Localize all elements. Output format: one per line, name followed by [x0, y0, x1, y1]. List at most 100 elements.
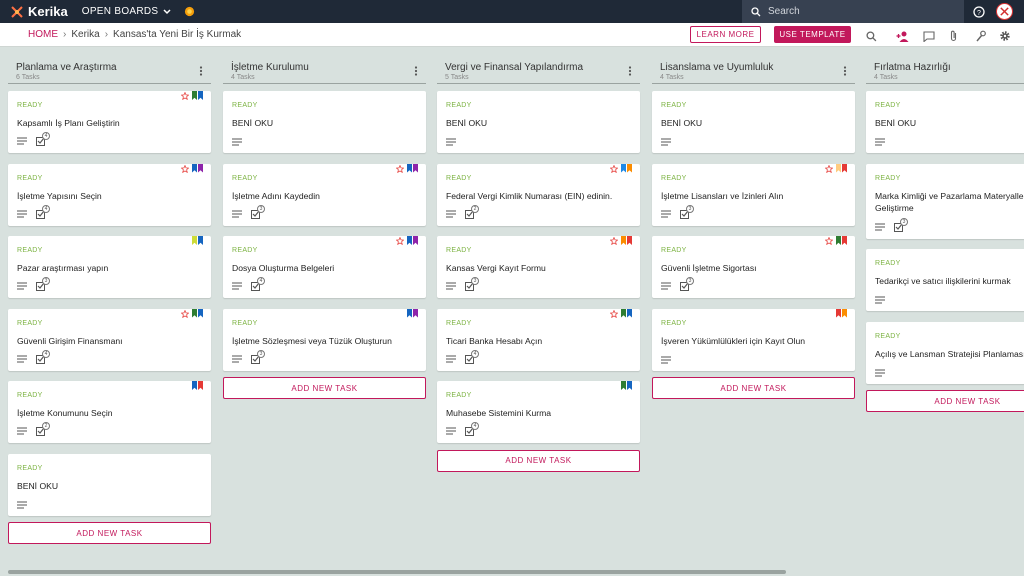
task-card[interactable]: READY BENİ OKU: [866, 91, 1024, 153]
star-icon[interactable]: [396, 237, 404, 245]
star-icon[interactable]: [181, 92, 189, 100]
add-new-task-button[interactable]: ADD NEW TASK: [866, 390, 1024, 412]
task-card[interactable]: READY BENİ OKU: [8, 453, 211, 516]
checklist-icon[interactable]: 3: [894, 217, 908, 232]
task-title[interactable]: BENİ OKU: [446, 117, 631, 129]
task-title[interactable]: Tedarikçi ve satıcı ilişkilerini kurmak: [875, 275, 1024, 287]
task-card[interactable]: READY Güvenli Girişim Finansmanı 4: [8, 308, 211, 371]
star-icon[interactable]: [610, 237, 618, 245]
checklist-icon[interactable]: 3: [680, 204, 694, 219]
description-icon[interactable]: [446, 355, 456, 363]
checklist-icon[interactable]: 4: [36, 204, 50, 219]
description-icon[interactable]: [232, 210, 242, 218]
task-card[interactable]: READY Güvenli İşletme Sigortası 3: [652, 236, 855, 298]
add-person-icon[interactable]: [896, 29, 910, 47]
search-box[interactable]: Search: [742, 0, 964, 23]
checklist-icon[interactable]: 2: [465, 204, 479, 219]
learn-more-button[interactable]: LEARN MORE: [690, 26, 761, 43]
task-title[interactable]: İşveren Yükümlülükleri için Kayıt Olun: [661, 335, 846, 347]
column-header[interactable]: Lisanslama ve Uyumluluk 4 Tasks: [652, 54, 855, 84]
task-card[interactable]: READY BENİ OKU: [223, 91, 426, 153]
checklist-icon[interactable]: 3: [251, 204, 265, 219]
checklist-icon[interactable]: 3: [680, 277, 694, 291]
task-title[interactable]: Muhasebe Sistemini Kurma: [446, 407, 631, 419]
checklist-icon[interactable]: 3: [465, 277, 479, 291]
task-title[interactable]: Dosya Oluşturma Belgeleri: [232, 262, 417, 274]
task-card[interactable]: READY Pazar araştırması yapın 3: [8, 236, 211, 298]
task-card[interactable]: READY İşveren Yükümlülükleri için Kayıt O…: [652, 308, 855, 371]
column-menu-icon[interactable]: [628, 63, 632, 81]
task-title[interactable]: İşletme Sözleşmesi veya Tüzük Oluşturun: [232, 335, 417, 347]
description-icon[interactable]: [17, 210, 27, 218]
attachment-icon[interactable]: [949, 29, 958, 47]
notification-sun-icon[interactable]: [184, 6, 195, 17]
task-card[interactable]: READY BENİ OKU: [437, 91, 640, 153]
task-title[interactable]: Açılış ve Lansman Stratejisi Planlaması: [875, 348, 1024, 360]
description-icon[interactable]: [661, 356, 671, 364]
description-icon[interactable]: [17, 355, 27, 363]
task-card[interactable]: READY BENİ OKU: [652, 91, 855, 153]
column-header[interactable]: Planlama ve Araştırma 6 Tasks: [8, 54, 211, 84]
star-icon[interactable]: [396, 164, 404, 173]
task-card[interactable]: READY İşletme Adını Kaydedin 3: [223, 163, 426, 226]
description-icon[interactable]: [232, 355, 242, 363]
column-header[interactable]: Fırlatma Hazırlığı 4 Tasks: [866, 54, 1024, 84]
task-card[interactable]: READY Tedarikçi ve satıcı ilişkilerini ku…: [866, 249, 1024, 311]
add-new-task-button[interactable]: ADD NEW TASK: [652, 377, 855, 399]
star-icon[interactable]: [610, 164, 618, 173]
task-title[interactable]: BENİ OKU: [661, 117, 846, 129]
task-title[interactable]: Pazar araştırması yapın: [17, 262, 202, 274]
star-icon[interactable]: [610, 309, 618, 318]
task-title[interactable]: Marka Kimliği ve Pazarlama Materyalleri …: [875, 190, 1024, 214]
horizontal-scrollbar[interactable]: [8, 570, 786, 574]
task-title[interactable]: BENİ OKU: [875, 117, 1024, 129]
description-icon[interactable]: [232, 138, 242, 146]
task-title[interactable]: Ticari Banka Hesabı Açın: [446, 335, 631, 347]
description-icon[interactable]: [875, 138, 885, 146]
task-title[interactable]: İşletme Lisansları ve İzinleri Alın: [661, 190, 846, 202]
task-card[interactable]: READY İşletme Lisansları ve İzinleri Alın…: [652, 163, 855, 226]
description-icon[interactable]: [446, 138, 456, 146]
task-card[interactable]: READY İşletme Yapısını Seçin 4: [8, 163, 211, 226]
task-title[interactable]: Federal Vergi Kimlik Numarası (EIN) edin…: [446, 190, 631, 202]
task-title[interactable]: İşletme Adını Kaydedin: [232, 190, 417, 202]
task-title[interactable]: Güvenli İşletme Sigortası: [661, 262, 846, 274]
task-card[interactable]: READY Kapsamlı İş Planı Geliştirin 4: [8, 91, 211, 153]
use-template-button[interactable]: USE TEMPLATE: [774, 26, 851, 43]
task-card[interactable]: READY Dosya Oluşturma Belgeleri 4: [223, 236, 426, 298]
description-icon[interactable]: [446, 282, 456, 290]
breadcrumb-home[interactable]: HOME: [28, 29, 58, 40]
column-header[interactable]: İşletme Kurulumu 4 Tasks: [223, 54, 426, 84]
star-icon[interactable]: [825, 237, 833, 245]
add-new-task-button[interactable]: ADD NEW TASK: [8, 522, 211, 544]
board-search-icon[interactable]: [866, 29, 877, 47]
column-menu-icon[interactable]: [199, 63, 203, 81]
description-icon[interactable]: [661, 138, 671, 146]
add-new-task-button[interactable]: ADD NEW TASK: [437, 449, 640, 472]
task-card[interactable]: READY İşletme Sözleşmesi veya Tüzük Oluşt…: [223, 308, 426, 371]
task-title[interactable]: İşletme Konumunu Seçin: [17, 407, 202, 419]
task-card[interactable]: READY Marka Kimliği ve Pazarlama Materyal…: [866, 163, 1024, 239]
chat-icon[interactable]: [923, 29, 935, 47]
task-title[interactable]: Kansas Vergi Kayıt Formu: [446, 262, 631, 274]
description-icon[interactable]: [875, 369, 885, 377]
tools-icon[interactable]: [975, 29, 986, 47]
checklist-icon[interactable]: 4: [465, 349, 479, 364]
star-icon[interactable]: [825, 164, 833, 173]
kerika-logo[interactable]: Kerika: [10, 4, 68, 19]
add-new-task-button[interactable]: ADD NEW TASK: [223, 377, 426, 399]
description-icon[interactable]: [661, 282, 671, 290]
task-card[interactable]: READY Kansas Vergi Kayıt Formu 3: [437, 236, 640, 298]
task-title[interactable]: Güvenli Girişim Finansmanı: [17, 335, 202, 347]
checklist-icon[interactable]: 4: [36, 132, 50, 146]
description-icon[interactable]: [446, 210, 456, 218]
checklist-icon[interactable]: 4: [36, 349, 50, 364]
description-icon[interactable]: [232, 282, 242, 290]
user-avatar[interactable]: [996, 3, 1013, 20]
task-title[interactable]: İşletme Yapısını Seçin: [17, 190, 202, 202]
description-icon[interactable]: [875, 296, 885, 304]
column-header[interactable]: Vergi ve Finansal Yapılandırma 5 Tasks: [437, 54, 640, 84]
checklist-icon[interactable]: 3: [251, 349, 265, 364]
task-card[interactable]: READY Federal Vergi Kimlik Numarası (EIN)…: [437, 163, 640, 226]
description-icon[interactable]: [875, 223, 885, 231]
